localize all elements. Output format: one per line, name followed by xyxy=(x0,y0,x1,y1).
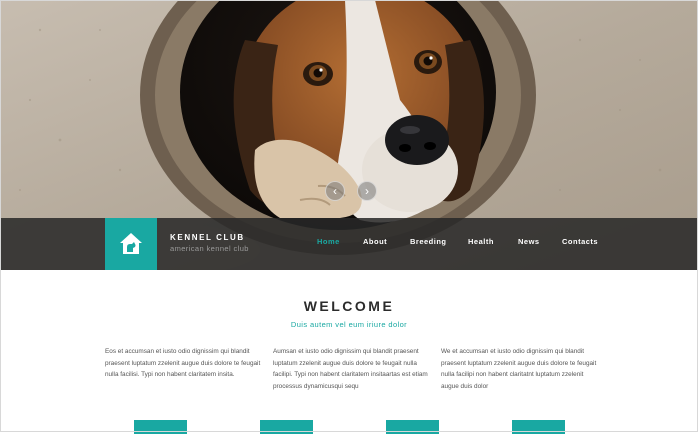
welcome-column-1: Eos et accumsan et iusto odio dignissim … xyxy=(105,348,261,378)
slider-next-button[interactable]: › xyxy=(357,181,377,201)
slider-prev-button[interactable]: ‹ xyxy=(325,181,345,201)
nav-item-contacts[interactable]: Contacts xyxy=(562,237,598,246)
welcome-column-3: We et accumsan et iusto odio dignissim q… xyxy=(441,348,597,390)
welcome-column-2: Aumsan et iusto odio dignissim qui bland… xyxy=(273,348,428,390)
nav-item-news[interactable]: News xyxy=(518,237,540,246)
nav-item-breeding[interactable]: Breeding xyxy=(410,237,447,246)
welcome-title: WELCOME xyxy=(303,298,395,314)
welcome-subtitle: Duis autem vel eum iriure dolor xyxy=(290,320,408,329)
chevron-left-icon: ‹ xyxy=(333,184,337,198)
nav-item-home[interactable]: Home xyxy=(317,237,340,246)
nav-item-about[interactable]: About xyxy=(363,237,387,246)
chevron-right-icon: › xyxy=(365,184,369,198)
primary-nav: Home About Breeding Health News Contacts xyxy=(0,237,698,249)
nav-item-health[interactable]: Health xyxy=(468,237,494,246)
